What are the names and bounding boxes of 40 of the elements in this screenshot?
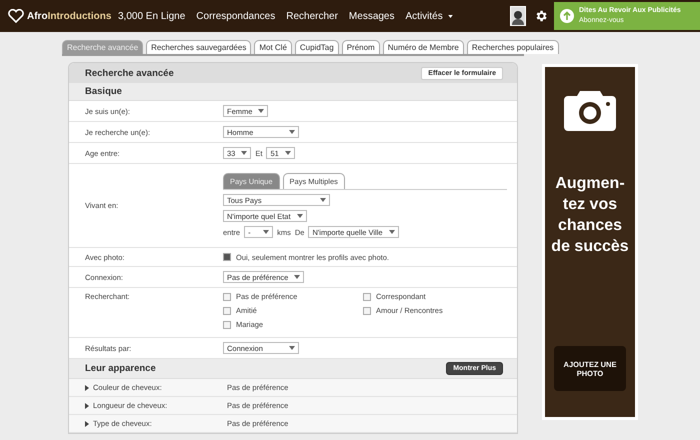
logo-text: AfroIntroductions bbox=[27, 10, 112, 22]
search-tab[interactable]: Recherches populaires bbox=[466, 40, 559, 54]
search-tab[interactable]: Recherches sauvegardées bbox=[146, 40, 252, 54]
caret-icon bbox=[296, 214, 303, 218]
avatar[interactable] bbox=[510, 6, 526, 26]
up-arrow-icon bbox=[560, 9, 574, 23]
section-title: Basique bbox=[85, 86, 122, 97]
search-tab[interactable]: Numéro de Membre bbox=[382, 40, 464, 54]
nav-link[interactable]: Activités bbox=[406, 10, 453, 22]
nav-link[interactable]: Rechercher bbox=[286, 10, 338, 22]
checkbox[interactable] bbox=[223, 292, 231, 300]
section-title: Leur apparence bbox=[85, 363, 156, 374]
nav-link[interactable]: Messages bbox=[348, 10, 394, 22]
caret-icon bbox=[289, 346, 295, 350]
triangle-icon bbox=[85, 384, 89, 390]
settings-icon[interactable] bbox=[534, 9, 548, 23]
caret-icon bbox=[284, 151, 291, 155]
caret-icon bbox=[241, 151, 248, 155]
caret-icon bbox=[320, 198, 326, 202]
nav-link[interactable]: Correspondances bbox=[196, 10, 276, 22]
triangle-icon bbox=[85, 402, 89, 408]
caret-icon bbox=[388, 230, 395, 234]
search-tab[interactable]: Prénom bbox=[342, 40, 380, 54]
caret-icon bbox=[263, 230, 270, 234]
heart-logo-icon bbox=[8, 9, 24, 23]
checkbox[interactable] bbox=[223, 320, 231, 328]
checkbox[interactable] bbox=[223, 253, 231, 261]
nav-link[interactable]: 3,000 En Ligne bbox=[118, 10, 186, 22]
search-tab[interactable]: Mot Clé bbox=[254, 40, 292, 54]
checkbox[interactable] bbox=[363, 306, 371, 314]
caret-icon bbox=[448, 14, 453, 18]
caret-icon bbox=[258, 109, 264, 113]
checkbox[interactable] bbox=[363, 292, 371, 300]
caret-icon bbox=[294, 275, 300, 279]
panel-title: Recherche avancée bbox=[85, 68, 174, 78]
triangle-icon bbox=[85, 420, 89, 426]
caret-icon bbox=[289, 130, 295, 134]
ad-headline: Augmen-tez vos chances de succès bbox=[550, 174, 630, 257]
search-tab[interactable]: CupidTag bbox=[294, 40, 339, 54]
checkbox[interactable] bbox=[223, 306, 231, 314]
